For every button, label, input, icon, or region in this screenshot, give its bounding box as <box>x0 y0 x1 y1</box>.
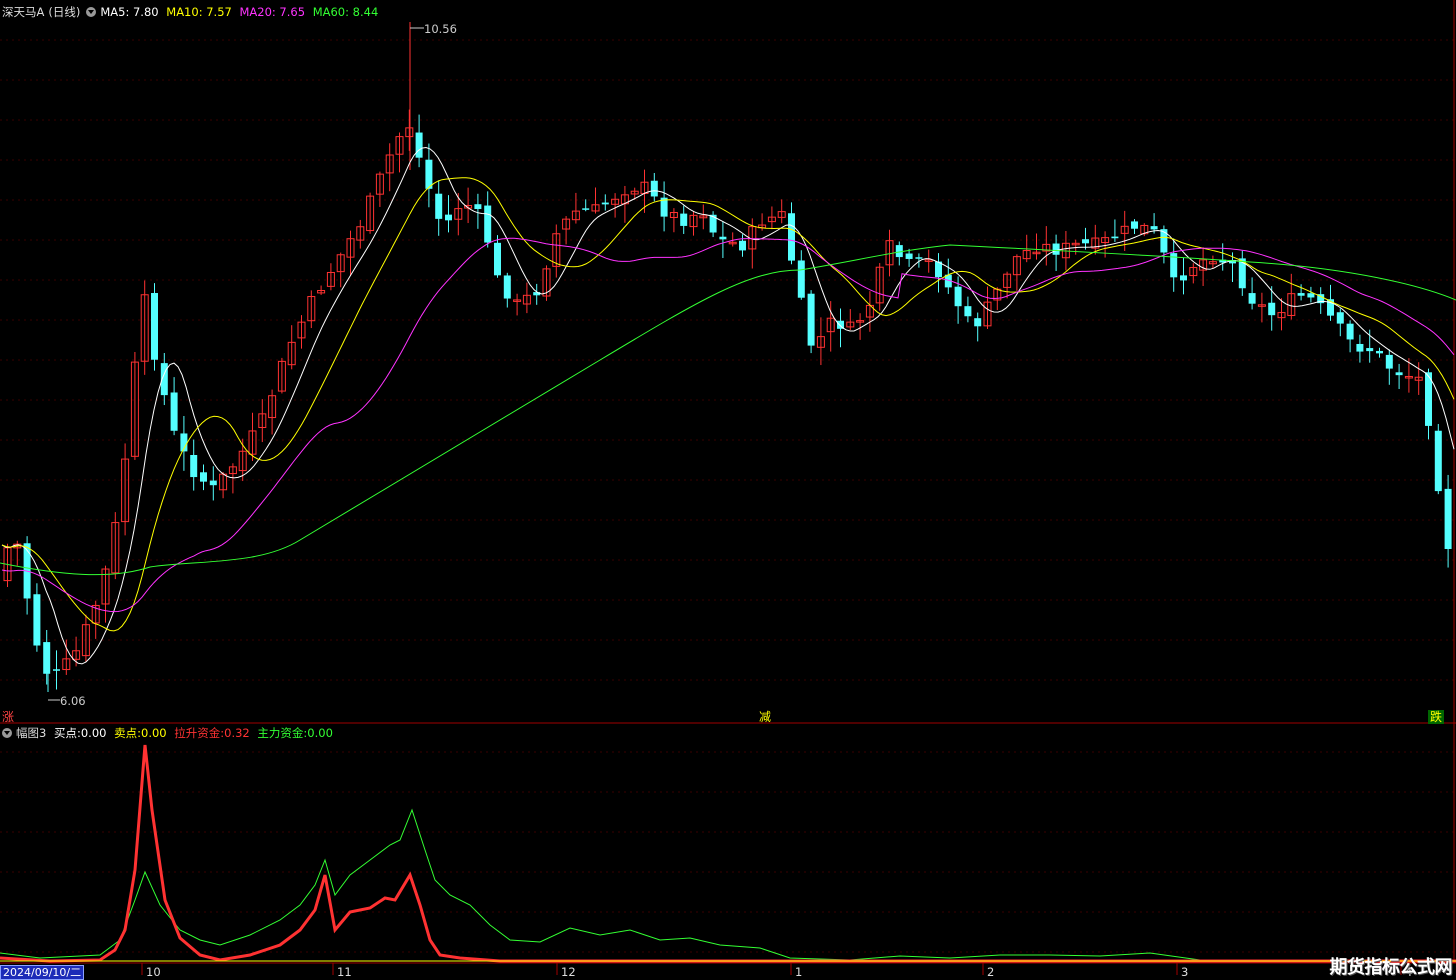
candle-body <box>1248 293 1256 304</box>
candle-body <box>582 208 590 210</box>
candle-body <box>494 242 501 276</box>
lift-fund-value: 0.32 <box>224 726 250 740</box>
high-price-label: 10.56 <box>424 22 457 36</box>
candle-body <box>1111 236 1119 239</box>
lift-fund-line <box>0 744 1456 963</box>
month-label-11: 11 <box>337 965 352 979</box>
candlesticks <box>3 22 1452 692</box>
month-label-10: 10 <box>146 965 161 979</box>
candle-body <box>1376 350 1383 354</box>
ma5-line <box>1 146 1455 665</box>
candle-body <box>1131 221 1138 229</box>
month-label-12: 12 <box>561 965 576 979</box>
ma10-line <box>1 177 1455 632</box>
grid-lines <box>0 0 1456 964</box>
candle-body <box>503 275 511 299</box>
lift-fund-label: 拉升资金: <box>174 726 225 740</box>
candle-body <box>905 253 913 259</box>
low-price-label: 6.06 <box>60 694 86 708</box>
cursor-date: 2024/09/10/二 <box>0 965 85 980</box>
indicator-header: 幅图3 买点:0.00 卖点:0.00 拉升资金:0.32 主力资金:0.00 <box>2 726 337 740</box>
reduce-badge: 减 <box>759 710 772 724</box>
period-label: (日线) <box>48 5 81 19</box>
candle-body <box>719 236 727 240</box>
fall-badge: 跌 <box>1428 710 1445 724</box>
candle-body <box>43 642 51 674</box>
stock-name[interactable]: 深天马A <box>2 5 44 19</box>
buy-point-value: 0.00 <box>80 726 107 740</box>
candle-body <box>895 245 903 258</box>
candle-body <box>1395 372 1403 376</box>
sell-point-value: 0.00 <box>141 726 167 740</box>
candle-body <box>1444 488 1452 550</box>
month-label-2: 2 <box>987 965 995 979</box>
watermark-text: 期货指标公式网 <box>1329 957 1453 978</box>
ma60-line <box>0 244 1456 576</box>
candle-body <box>425 159 433 189</box>
candle-body <box>650 180 658 197</box>
month-label-3: 3 <box>1181 965 1189 979</box>
candle-body <box>435 193 443 219</box>
chevron-down-icon[interactable] <box>2 728 12 738</box>
candle-body <box>190 455 198 478</box>
candle-body <box>1434 430 1442 492</box>
candle-body <box>1307 293 1315 298</box>
candle-body <box>680 213 688 226</box>
sell-point-label: 卖点: <box>114 726 141 740</box>
candle-body <box>484 205 492 243</box>
ma20-label: MA20: 7.65 <box>239 5 306 19</box>
candle-body <box>474 204 482 210</box>
moving-average-lines <box>0 146 1456 665</box>
time-axis <box>141 963 1402 975</box>
candle-body <box>954 286 962 307</box>
candle-body <box>151 293 158 360</box>
month-label-1: 1 <box>795 965 803 979</box>
chevron-down-icon[interactable] <box>86 7 97 17</box>
main-header: 深天马A (日线) MA5: 7.80 MA10: 7.57 MA20: 7.65 … <box>2 5 382 19</box>
candle-body <box>33 594 41 646</box>
candle-body <box>1366 348 1374 352</box>
candle-body <box>1336 312 1344 324</box>
candle-body <box>797 260 805 298</box>
ma20-line <box>1 237 1455 613</box>
ma60-label: MA60: 8.44 <box>312 5 379 19</box>
candle-body <box>1356 343 1364 352</box>
candle-body <box>445 214 452 221</box>
candle-body <box>1385 354 1393 369</box>
candle-body <box>1180 275 1187 281</box>
candle-body <box>807 293 815 346</box>
main-fund-label: 主力资金: <box>257 726 308 740</box>
candle-body <box>601 202 609 205</box>
candle-body <box>1150 226 1158 230</box>
ma10-label: MA10: 7.57 <box>166 5 232 19</box>
candle-body <box>53 669 60 671</box>
candle-body <box>170 392 178 431</box>
candle-body <box>209 480 217 486</box>
candle-body <box>200 472 207 482</box>
rise-badge: 涨 <box>2 710 15 724</box>
indicator-lines <box>0 744 1456 963</box>
candle-body <box>974 318 982 327</box>
candle-body <box>1052 243 1060 255</box>
candle-body <box>415 132 423 158</box>
candle-body <box>788 213 795 261</box>
main-fund-value: 0.00 <box>307 726 333 740</box>
candle-body <box>1268 302 1276 316</box>
ma5-label: MA5: 7.80 <box>100 5 159 19</box>
indicator-name[interactable]: 幅图3 <box>16 726 46 740</box>
price-markers <box>48 27 424 701</box>
candle-body <box>1082 239 1089 244</box>
buy-point-label: 买点: <box>53 726 81 740</box>
candle-body <box>739 240 746 251</box>
chart-canvas[interactable] <box>0 0 1456 979</box>
candle-body <box>1297 293 1305 296</box>
candle-body <box>964 306 972 317</box>
candle-body <box>1346 323 1354 340</box>
candle-body <box>915 257 923 259</box>
